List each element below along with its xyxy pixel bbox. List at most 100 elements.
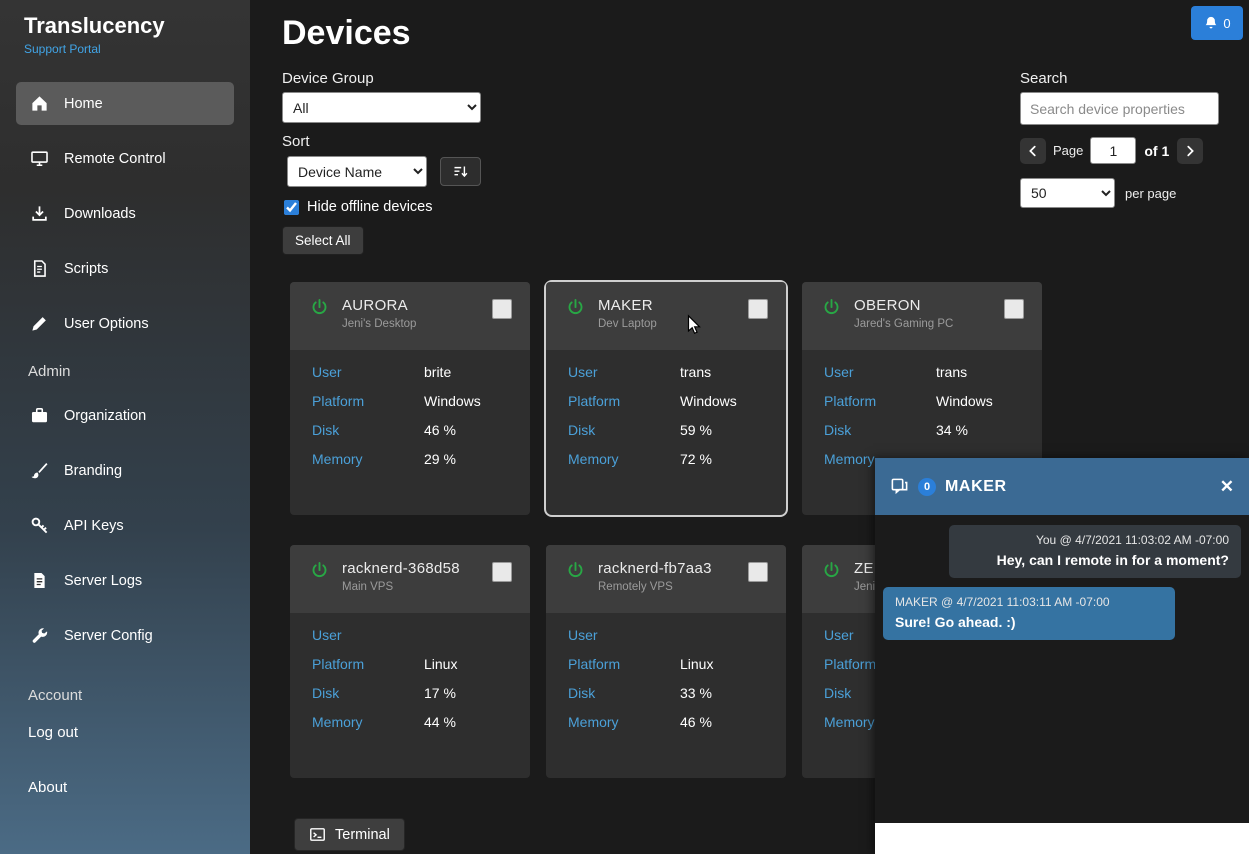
terminal-button[interactable]: Terminal [294,818,405,851]
device-card-header: AURORA Jeni's Desktop [290,282,530,350]
device-name: racknerd-368d58 [342,560,460,577]
device-card: racknerd-368d58 Main VPS User Platform Li… [290,545,530,778]
sidebar-item-label: Scripts [64,260,109,277]
search-input[interactable] [1020,92,1219,125]
admin-section-label: Admin [28,363,71,380]
field-value-user: trans [936,364,968,380]
sort-select[interactable]: Device Name [287,156,427,187]
field-value-memory: 44 % [424,714,456,730]
sidebar-item-label: Downloads [64,205,136,222]
field-label-memory: Memory [568,714,619,730]
device-alias: Jared's Gaming PC [854,318,954,330]
notification-button[interactable]: 0 [1191,6,1243,40]
device-name: OBERON [854,297,921,314]
sidebar-item-downloads[interactable]: Downloads [16,192,234,235]
field-label-user: User [824,364,854,380]
field-label-user: User [568,364,598,380]
sidebar-item-remote-control[interactable]: Remote Control [16,137,234,180]
device-checkbox[interactable] [748,299,768,319]
sidebar-item-organization[interactable]: Organization [16,394,234,437]
device-alias: Main VPS [342,581,394,593]
field-value-disk: 33 % [680,685,712,701]
chevron-right-icon [1183,144,1197,158]
logout-link[interactable]: Log out [16,718,234,747]
device-card-body: User brite Platform Windows Disk 46 % Memor… [290,350,530,469]
sidebar-item-scripts[interactable]: Scripts [16,247,234,290]
at-separator: @ [1059,533,1072,547]
terminal-icon [309,826,326,843]
sort-label: Sort [282,133,310,150]
page-input[interactable] [1090,137,1137,164]
hide-offline-checkbox[interactable] [284,199,299,215]
device-checkbox[interactable] [748,562,768,582]
device-name: MAKER [598,297,653,314]
sidebar-item-api-keys[interactable]: API Keys [16,504,234,547]
device-card-header: OBERON Jared's Gaming PC [802,282,1042,350]
sidebar-item-label: Remote Control [64,150,166,167]
file-text-icon [30,571,49,590]
field-label-disk: Disk [824,422,852,438]
power-icon [310,298,329,317]
message-meta: You @ 4/7/2021 11:03:02 AM -07:00 [961,533,1229,547]
power-icon [822,298,841,317]
field-value-user: brite [424,364,452,380]
sidebar-item-label: User Options [64,315,149,332]
device-group-select[interactable]: All [282,92,481,123]
search-label: Search [1020,70,1068,87]
sidebar-item-label: Branding [64,462,123,479]
sidebar-item-server-config[interactable]: Server Config [16,614,234,657]
device-card-header: racknerd-368d58 Main VPS [290,545,530,613]
device-card-header: MAKER Dev Laptop [546,282,786,350]
power-icon [310,561,329,580]
device-name: AURORA [342,297,408,314]
field-label-memory: Memory [312,714,363,730]
sidebar-item-branding[interactable]: Branding [16,449,234,492]
terminal-label: Terminal [335,826,390,843]
field-label-disk: Disk [312,685,340,701]
prev-page-button[interactable] [1020,137,1046,164]
device-alias: Dev Laptop [598,318,657,330]
device-checkbox[interactable] [1004,299,1024,319]
field-value-memory: 46 % [680,714,712,730]
support-portal-link[interactable]: Support Portal [24,42,101,56]
hide-offline-row: Hide offline devices [284,199,432,215]
device-card: MAKER Dev Laptop User trans Platform Windo… [546,282,786,515]
chat-input[interactable] [875,823,1249,854]
message-sender: MAKER [895,595,938,609]
message-text: Sure! Go ahead. :) [895,614,1016,630]
next-page-button[interactable] [1177,137,1204,164]
field-label-disk: Disk [568,422,596,438]
select-all-button[interactable]: Select All [282,226,364,255]
sidebar-item-server-logs[interactable]: Server Logs [16,559,234,602]
per-page-select[interactable]: 50 [1020,178,1115,208]
per-page-row: 50 per page [1020,178,1219,208]
sidebar-item-home[interactable]: Home [16,82,234,125]
pencil-icon [30,314,49,333]
sort-direction-button[interactable] [440,157,481,186]
sidebar-item-label: Server Logs [64,572,143,589]
power-icon [822,561,841,580]
about-link[interactable]: About [16,773,234,802]
device-card-body: User trans Platform Windows Disk 59 % Memor… [546,350,786,469]
sidebar-nav: Home Remote Control Downloads Scripts Us… [0,66,250,802]
brand: Translucency Support Portal [0,0,250,66]
field-value-platform: Windows [424,393,481,409]
field-value-disk: 17 % [424,685,456,701]
field-label-platform: Platform [568,656,621,672]
device-checkbox[interactable] [492,299,512,319]
page-count-label: of 1 [1144,142,1170,159]
per-page-label: per page [1125,185,1177,201]
field-value-platform: Linux [424,656,458,672]
message-timestamp: 4/7/2021 11:03:11 AM -07:00 [956,595,1110,609]
script-icon [30,259,49,278]
chat-message: MAKER @ 4/7/2021 11:03:11 AM -07:00 Sure… [883,587,1175,640]
download-icon [30,204,49,223]
device-card-body: User trans Platform Windows Disk 34 % Memor… [802,350,1042,469]
bell-icon [1203,15,1219,31]
field-label-disk: Disk [568,685,596,701]
chat-close-button[interactable]: ✕ [1220,478,1234,495]
field-value-platform: Windows [936,393,993,409]
message-meta: MAKER @ 4/7/2021 11:03:11 AM -07:00 [895,595,1163,609]
device-checkbox[interactable] [492,562,512,582]
sidebar-item-user-options[interactable]: User Options [16,302,234,345]
